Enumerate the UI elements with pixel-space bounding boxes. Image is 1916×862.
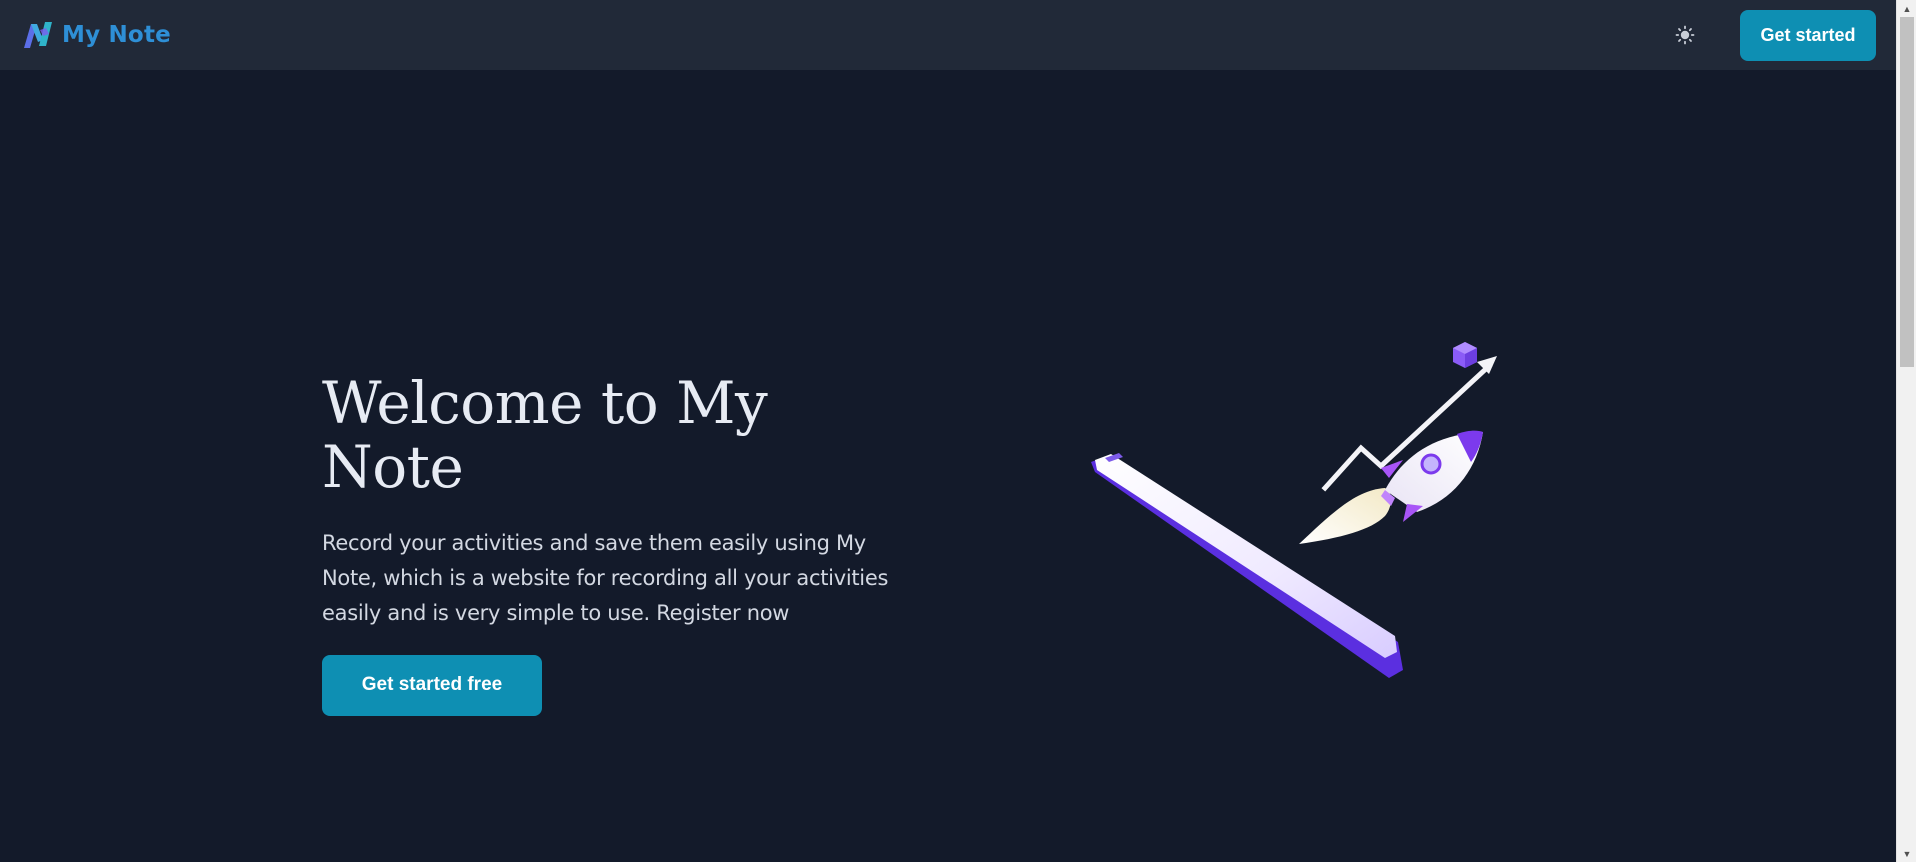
navbar-actions: Get started [1668, 9, 1876, 61]
brand-home-link[interactable]: My Note [22, 20, 171, 50]
scrollbar-thumb[interactable] [1900, 17, 1914, 367]
rocket-launch-illustration [1091, 342, 1497, 678]
sun-icon [1675, 25, 1695, 45]
hero-title: Welcome to My Note [322, 369, 768, 501]
theme-toggle-button[interactable] [1668, 18, 1702, 52]
phone-shape [1091, 453, 1403, 678]
hero-description: Record your activities and save them eas… [322, 530, 889, 625]
brand-name: My Note [62, 22, 171, 48]
rocket-shape [1381, 430, 1483, 522]
cube-shape [1453, 342, 1477, 368]
top-navbar: My Note Get started [0, 0, 1896, 70]
vertical-scrollbar[interactable]: ▲ ▼ [1896, 0, 1916, 862]
get-started-button[interactable]: Get started [1740, 9, 1876, 61]
hero-section: Welcome to My Note Record your activitie… [322, 369, 922, 716]
scroll-down-arrow-icon[interactable]: ▼ [1897, 845, 1916, 862]
my-note-logo-icon [24, 22, 52, 48]
scroll-up-arrow-icon[interactable]: ▲ [1897, 0, 1916, 17]
get-started-free-button[interactable]: Get started free [322, 654, 542, 716]
page: My Note Get started Welcome to My Note R… [0, 0, 1916, 862]
